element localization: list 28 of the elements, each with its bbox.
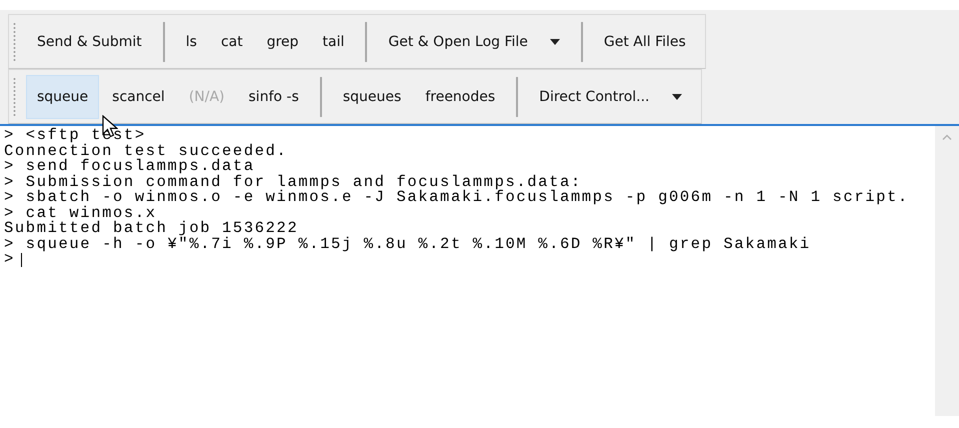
toolbar-button[interactable]: Send & Submit <box>26 20 153 64</box>
toolbar-button[interactable]: sinfo -s <box>238 74 310 118</box>
toolbar-button[interactable]: squeues <box>332 74 412 118</box>
text-caret <box>20 252 22 267</box>
grip-handle[interactable] <box>13 76 16 116</box>
console-line: > send focuslammps.data <box>4 159 255 174</box>
toolbar-button[interactable]: cat <box>210 20 254 64</box>
scrollbar[interactable] <box>935 126 959 416</box>
caret-icon <box>672 94 682 100</box>
dropdown-button[interactable]: Direct Control... <box>528 74 692 118</box>
console-line: > cat winmos.x <box>4 206 157 221</box>
toolbar-button[interactable]: grep <box>256 20 310 64</box>
console-line: > squeue -h -o ¥"%.7i %.9P %.15j %.8u %.2t %.10M %.6D %R¥" | grep Sakamaki <box>4 236 812 252</box>
console-prompt: > <box>4 252 15 268</box>
toolbar-button[interactable]: ls <box>174 20 208 64</box>
console-line: Submitted batch job 1536222 <box>4 221 298 236</box>
toolbar-button[interactable]: squeue <box>26 74 100 118</box>
caret-icon <box>550 38 560 44</box>
toolbar-button[interactable]: freenodes <box>414 74 506 118</box>
console-line: > Submission command for lammps and focuslammps.data: <box>4 174 582 190</box>
dropdown-button[interactable]: Get & Open Log File <box>377 20 571 64</box>
toolbar-button[interactable]: scancel <box>101 74 176 118</box>
scroll-up-icon[interactable] <box>942 134 952 140</box>
toolbar-button[interactable]: tail <box>312 20 356 64</box>
console-line: Connection test succeeded. <box>4 144 288 159</box>
console-line: > sbatch -o winmos.o -e winmos.e -J Sakamaki.focuslammps -p g006m -n 1 -N 1 script. <box>4 190 910 206</box>
grip-handle[interactable] <box>13 22 16 62</box>
toolbar-button[interactable]: Get All Files <box>592 20 697 64</box>
